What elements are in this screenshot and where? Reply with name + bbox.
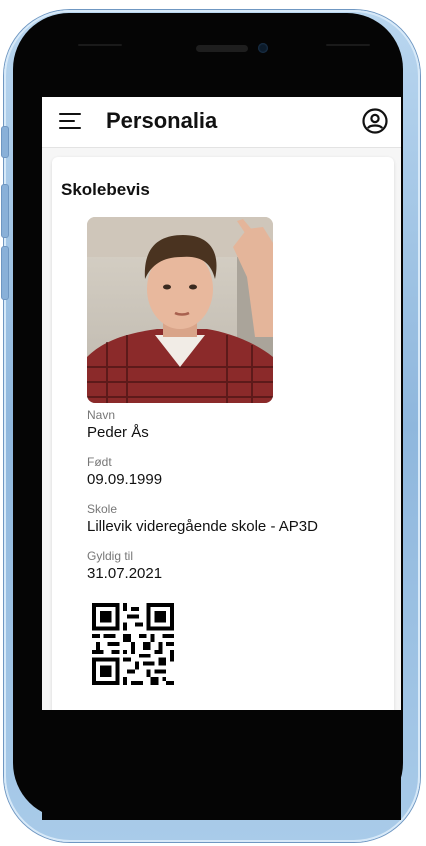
account-circle-icon[interactable] [362,108,388,134]
student-id-card: Skolebevis Navn Peder Ås Født 09.09.1999… [52,157,394,710]
page-title: Personalia [106,108,218,133]
field-value-valid-until: 31.07.2021 [87,565,163,582]
bezel-line-right [326,44,370,46]
phone-bottom-bezel [42,710,401,820]
phone-volume-down-button [1,246,9,300]
field-label-valid-until: Gyldig til [87,549,134,563]
field-value-school: Lillevik videregående skole - AP3D [87,518,318,535]
field-value-name: Peder Ås [87,424,149,441]
card-title: Skolebevis [61,180,150,199]
app-bar: Personalia [42,97,401,148]
hamburger-menu-icon[interactable] [59,113,81,129]
field-value-born: 09.09.1999 [87,471,163,488]
phone-side-button [1,126,9,158]
student-photo [87,217,273,403]
phone-volume-up-button [1,184,9,238]
qr-code [92,603,174,685]
bezel-line-left [78,44,122,46]
field-label-school: Skole [87,502,118,516]
field-label-born: Født [87,455,112,469]
field-label-name: Navn [87,408,116,422]
app-screen: Personalia Skolebevis Navn Peder Ås Født… [42,97,401,710]
phone-speaker [196,45,248,52]
phone-camera [258,43,268,53]
